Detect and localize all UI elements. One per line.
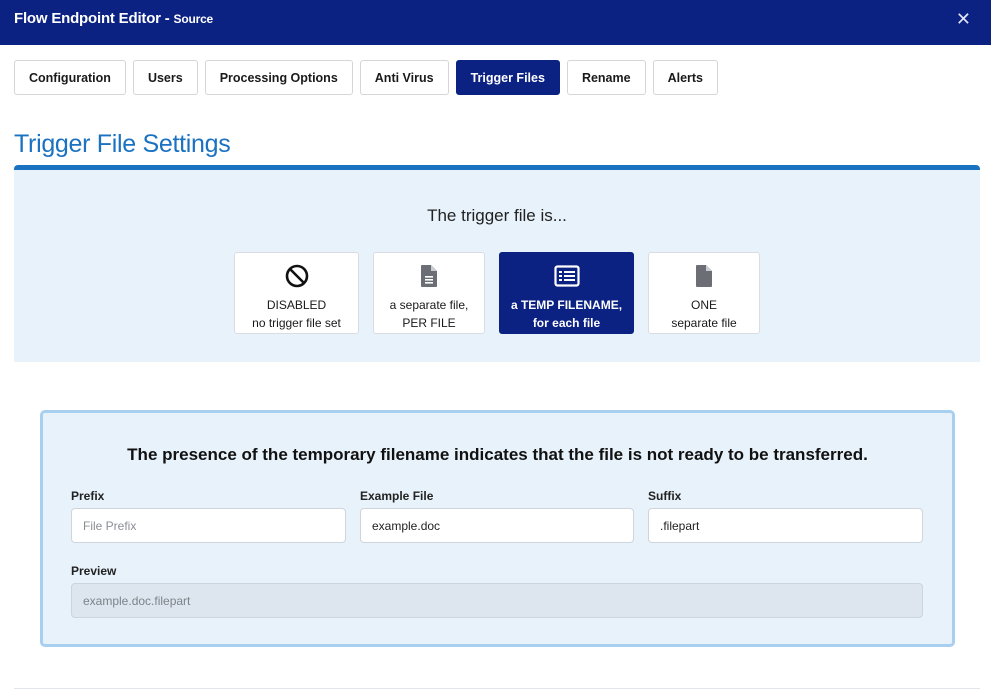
option-disabled[interactable]: DISABLED no trigger file set [234,252,359,334]
trigger-settings-panel: The trigger file is... DISABLED no trigg… [14,165,980,698]
option-disabled-line1: DISABLED [266,298,327,312]
page-title: Trigger File Settings [14,130,231,158]
tab-trigger-files[interactable]: Trigger Files [455,60,560,95]
tab-processing-options[interactable]: Processing Options [204,60,353,95]
example-file-label: Example File [360,489,434,503]
trigger-type-section: The trigger file is... DISABLED no trigg… [14,170,980,362]
trigger-question: The trigger file is... [427,206,567,225]
option-disabled-line2: no trigger file set [252,316,341,330]
window-subtitle: Source [173,12,214,26]
option-per-file-line1: a separate file, [389,298,469,312]
tab-anti-virus[interactable]: Anti Virus [359,60,449,95]
tab-alerts[interactable]: Alerts [652,60,719,95]
suffix-label: Suffix [648,489,682,503]
ban-icon [285,262,309,290]
tab-bar: Configuration Users Processing Options A… [14,60,719,95]
prefix-label: Prefix [71,489,105,503]
trigger-options: DISABLED no trigger file set a separate … [234,252,760,334]
file-icon [695,262,713,290]
preview-input [71,583,923,618]
prefix-input[interactable] [71,508,346,543]
option-per-file[interactable]: a separate file, PER FILE [373,252,485,334]
temp-filename-settings: The presence of the temporary filename i… [40,410,955,647]
option-per-file-line2: PER FILE [402,316,456,330]
option-temp-filename[interactable]: a TEMP FILENAME, for each file [499,252,634,334]
list-icon [553,262,580,290]
window-title-text: Flow Endpoint Editor [14,10,161,27]
tab-rename[interactable]: Rename [566,60,646,95]
divider [14,688,980,689]
option-one-line1: ONE [690,298,717,312]
option-temp-line2: for each file [532,316,601,330]
tab-configuration[interactable]: Configuration [14,60,126,95]
example-file-input[interactable] [360,508,634,543]
tab-users[interactable]: Users [132,60,198,95]
title-bar: Flow Endpoint Editor - Source ✕ [0,0,991,45]
file-text-icon [420,262,438,290]
option-one-line2: separate file [671,316,737,330]
window-title: Flow Endpoint Editor - Source [14,10,214,27]
preview-label: Preview [71,564,117,578]
suffix-input[interactable] [648,508,923,543]
option-one-file[interactable]: ONE separate file [648,252,760,334]
temp-filename-message: The presence of the temporary filename i… [127,445,868,464]
option-temp-line1: a TEMP FILENAME, [510,298,623,312]
close-icon[interactable]: ✕ [956,9,971,30]
